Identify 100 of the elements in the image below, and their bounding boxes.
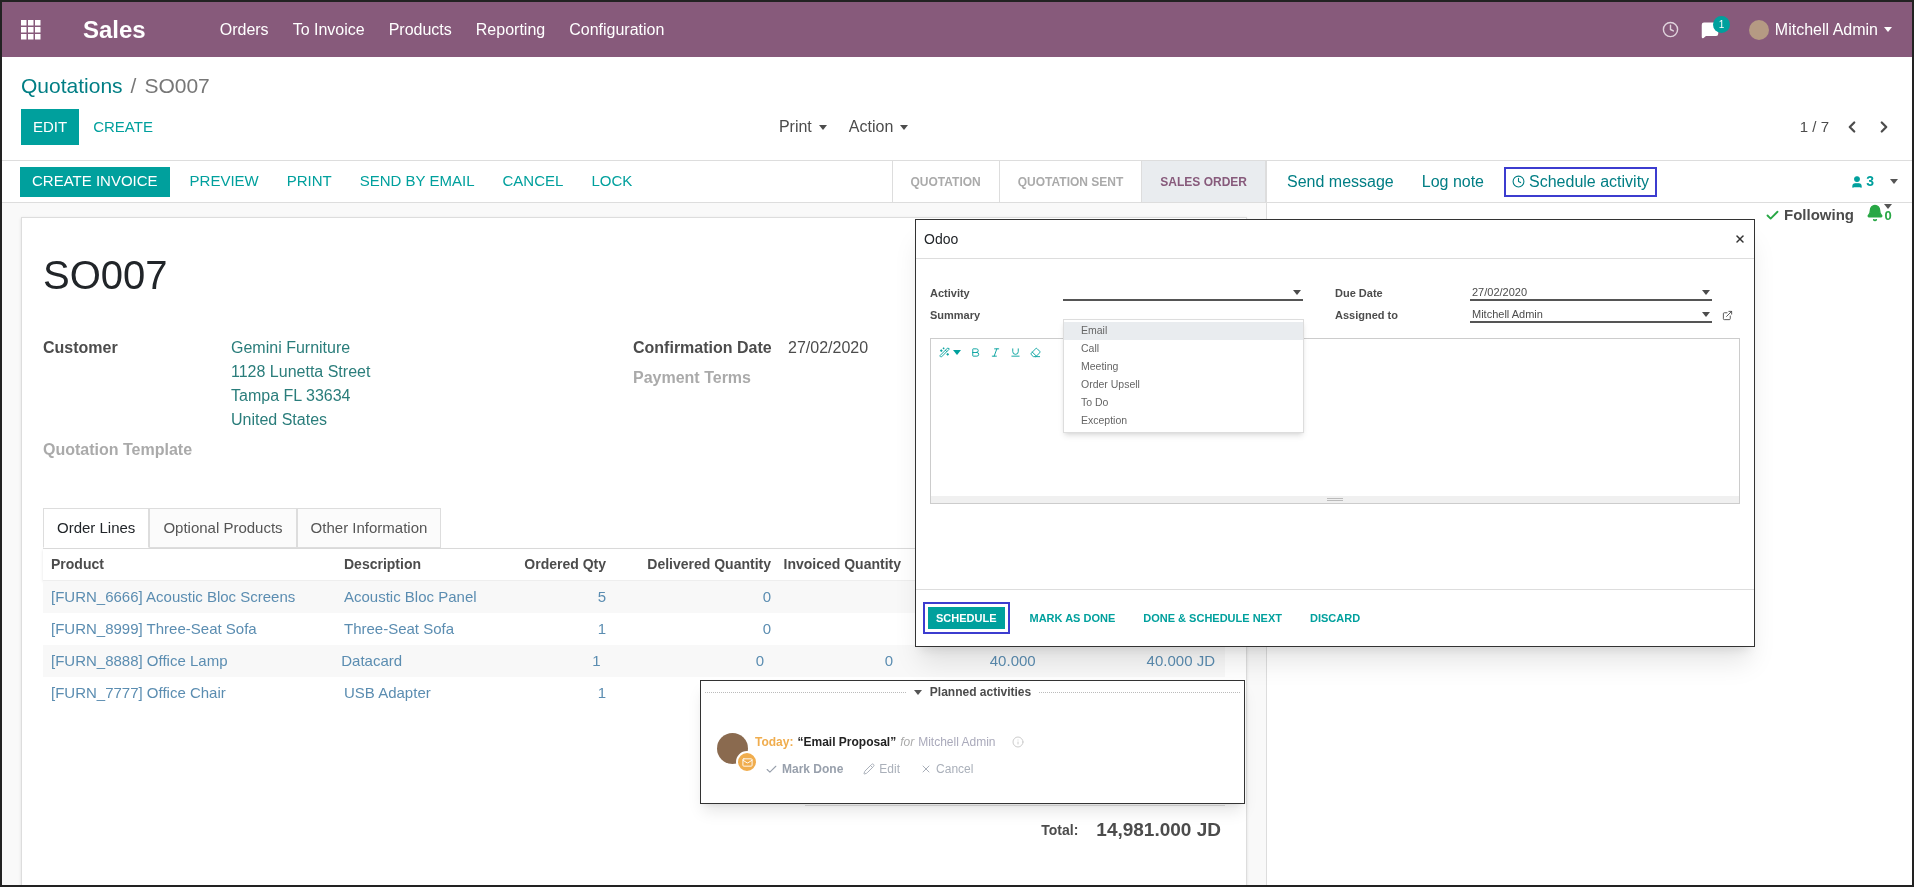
table-cell-text: 0 <box>761 586 772 607</box>
chatter-button[interactable]: Log note <box>1413 166 1492 197</box>
table-cell-text: [FURN_7777] Office Chair <box>50 682 227 703</box>
record-title: SO007 <box>43 252 168 299</box>
dropdown-option[interactable]: Email <box>1064 322 1303 340</box>
external-link-icon[interactable] <box>1722 309 1733 321</box>
column-header[interactable]: Description <box>336 554 476 575</box>
mail-icon <box>741 756 753 768</box>
column-header[interactable]: Product <box>43 554 336 575</box>
dropdown-button[interactable]: Print <box>778 115 827 139</box>
due-date-field[interactable]: 27/02/2020 <box>1470 285 1712 301</box>
table-cell-text: 0 <box>883 650 894 671</box>
apps-grid-icon[interactable] <box>21 19 41 40</box>
table-cell-text: [FURN_8888] Office Lamp <box>50 650 229 671</box>
table-cell-text: 1 <box>596 618 607 639</box>
table-cell-text: 1 <box>596 682 607 703</box>
field-label: Activity <box>930 285 971 301</box>
underline-icon[interactable] <box>1010 347 1021 358</box>
chatter-button[interactable]: Schedule activity <box>1504 166 1658 197</box>
statusbar-button[interactable]: PRINT <box>274 166 344 197</box>
menu-item[interactable]: Products <box>388 17 452 42</box>
followers-icon <box>1850 174 1865 189</box>
customer-address[interactable]: Gemini Furniture 1128 Lunetta Street Tampa FL 33634 United States <box>231 336 371 432</box>
caret-icon <box>953 350 961 355</box>
menu-item[interactable]: Reporting <box>475 17 546 42</box>
pencil-icon <box>863 763 876 775</box>
table-cell-text: Acoustic Bloc Panel <box>343 586 476 607</box>
column-header[interactable]: Ordered Qty <box>476 554 616 575</box>
field-value: 27/02/2020 <box>788 338 869 358</box>
table-cell-text: 5 <box>596 586 607 607</box>
caret-icon <box>818 124 827 130</box>
dialog-button[interactable]: DONE & SCHEDULE NEXT <box>1135 606 1291 630</box>
due-label: Today: <box>755 734 794 751</box>
column-header[interactable]: Invoiced Quantity <box>781 554 911 575</box>
app-name: Sales <box>83 14 146 45</box>
status-stage[interactable]: SALES ORDER <box>1142 161 1266 202</box>
table-cell-text: USB Adapter <box>343 682 432 703</box>
total-label: Total: <box>1041 820 1079 840</box>
column-header[interactable]: Delivered Quantity <box>616 554 781 575</box>
statusbar-button[interactable]: SEND BY EMAIL <box>347 166 487 197</box>
notebook-tab[interactable]: Optional Products <box>149 508 297 548</box>
caret-icon <box>1702 289 1710 295</box>
dropdown-option[interactable]: To Do <box>1064 394 1303 412</box>
followers-count[interactable]: 3 <box>1866 171 1874 192</box>
menu-item[interactable]: Orders <box>219 17 269 42</box>
table-cell-text: Three-Seat Sofa <box>343 618 456 639</box>
breadcrumb-separator: / <box>130 73 137 100</box>
clock-icon[interactable] <box>1661 21 1679 38</box>
assigned-to-field[interactable]: Mitchell Admin <box>1470 307 1712 323</box>
field-label: Due Date <box>1335 285 1384 301</box>
notebook-tab[interactable]: Order Lines <box>43 508 150 548</box>
following-button[interactable]: Following <box>1784 204 1854 227</box>
statusbar-button[interactable]: PREVIEW <box>177 166 271 197</box>
dialog-button[interactable]: MARK AS DONE <box>1021 606 1124 630</box>
eraser-icon[interactable] <box>1030 347 1041 358</box>
edit-button[interactable]: EDIT <box>21 109 80 145</box>
dialog-title: Odoo <box>924 229 959 249</box>
magic-wand-icon[interactable] <box>939 347 950 358</box>
dropdown-option[interactable]: Meeting <box>1064 358 1303 376</box>
table-cell-text: [FURN_6666] Acoustic Bloc Screens <box>50 586 297 607</box>
create-button[interactable]: CREATE <box>79 109 167 145</box>
statusbar-button[interactable]: LOCK <box>579 166 645 197</box>
pager: 1 / 7 <box>1799 116 1829 137</box>
table-cell-text: 1 <box>591 650 602 671</box>
italic-icon[interactable] <box>990 347 1001 358</box>
dropdown-option[interactable]: Call <box>1064 340 1303 358</box>
field-label: Quotation Template <box>43 440 194 460</box>
table-cell-text: 0 <box>754 650 766 671</box>
user-menu[interactable]: Mitchell Admin <box>1774 17 1878 42</box>
caret-icon <box>1884 204 1892 209</box>
activity-summary: “Email Proposal” <box>797 734 897 751</box>
bell-icon[interactable] <box>1866 204 1884 222</box>
collapse-caret-icon <box>913 689 922 695</box>
dropdown-option[interactable]: Order Upsell <box>1064 376 1303 394</box>
avatar <box>1748 19 1769 40</box>
field-label: Customer <box>43 338 119 358</box>
dropdown-button[interactable]: Action <box>848 115 909 139</box>
statusbar-button[interactable]: CANCEL <box>490 166 576 197</box>
table-cell-text: Datacard <box>340 650 404 671</box>
field-label: Confirmation Date <box>633 338 773 358</box>
breadcrumb-link[interactable]: Quotations <box>21 70 123 102</box>
close-icon[interactable] <box>1734 233 1746 245</box>
menu-item[interactable]: To Invoice <box>292 17 365 42</box>
dialog-button[interactable]: DISCARD <box>1302 606 1369 630</box>
caret-icon <box>1890 179 1898 184</box>
section-title[interactable]: Planned activities <box>929 683 1032 701</box>
notification-count: 0 <box>1884 209 1892 223</box>
dropdown-option[interactable]: Exception <box>1064 412 1303 430</box>
total-amount: 14,981.000 JD <box>1096 818 1221 842</box>
bold-icon[interactable] <box>970 347 981 358</box>
resize-handle[interactable] <box>931 496 1739 503</box>
chatter-button[interactable]: Send message <box>1279 166 1402 197</box>
field-label: Assigned to <box>1335 307 1399 323</box>
field-label: Summary <box>930 307 982 323</box>
menu-item[interactable]: Configuration <box>569 17 665 42</box>
notebook-tab[interactable]: Other Information <box>296 508 442 548</box>
table-cell-text: [FURN_8999] Three-Seat Sofa <box>50 618 258 639</box>
dialog-button[interactable]: SCHEDULE <box>923 602 1010 634</box>
caret-icon <box>1884 27 1892 32</box>
statusbar-button[interactable]: CREATE INVOICE <box>20 166 170 197</box>
